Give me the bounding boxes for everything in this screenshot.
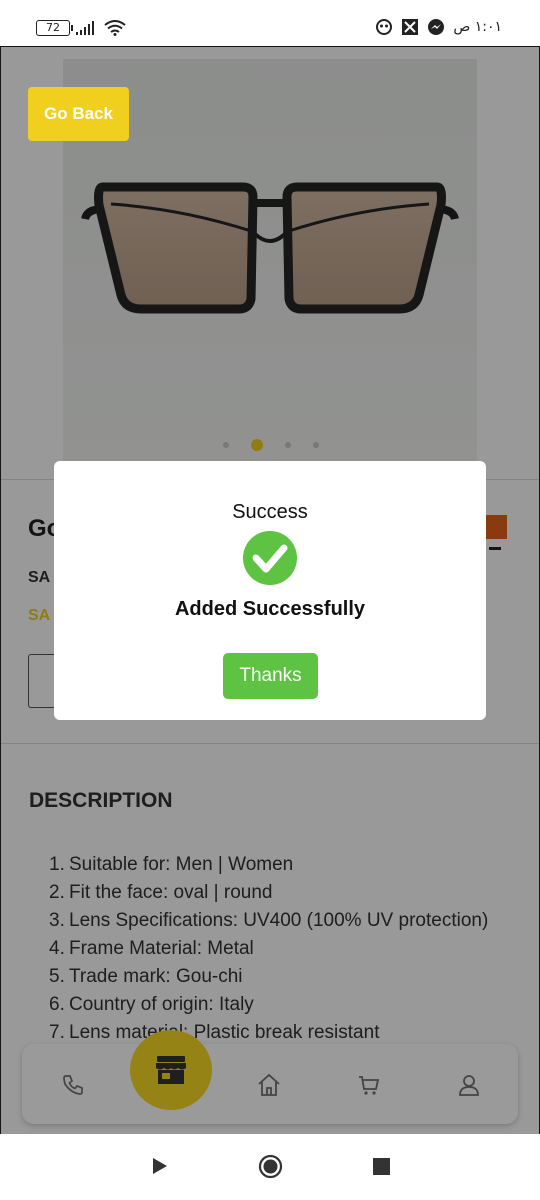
app-notification-icon <box>376 19 393 35</box>
cart-icon[interactable] <box>356 1072 382 1098</box>
check-circle-icon <box>243 531 297 585</box>
profile-icon[interactable] <box>456 1072 482 1098</box>
dialog-title: Success <box>232 501 308 523</box>
store-icon <box>156 1056 186 1084</box>
wifi-icon <box>104 20 126 36</box>
home-circle-icon[interactable] <box>258 1154 283 1179</box>
screen: 72 ١:٠١ ص Go Back Go SA SA DESCRIPTION 1… <box>0 0 540 1200</box>
bottom-nav <box>22 1044 518 1124</box>
home-icon[interactable] <box>256 1072 282 1098</box>
clock: ١:٠١ ص <box>453 19 502 35</box>
status-bar: 72 ١:٠١ ص <box>0 0 540 46</box>
signal-icon <box>76 21 94 35</box>
recents-icon[interactable] <box>373 1158 390 1175</box>
store-nav-button[interactable] <box>130 1030 212 1110</box>
box-notification-icon <box>402 19 419 35</box>
back-icon[interactable] <box>150 1156 170 1176</box>
go-back-button[interactable]: Go Back <box>28 87 129 141</box>
status-left: 72 <box>36 20 126 36</box>
system-nav-bar <box>0 1134 540 1200</box>
dialog-message: Added Successfully <box>174 598 366 620</box>
status-right: ١:٠١ ص <box>375 18 502 36</box>
thanks-button[interactable]: Thanks <box>223 653 318 699</box>
success-dialog: Success Added Successfully Thanks <box>54 461 486 720</box>
messenger-icon <box>428 19 445 35</box>
battery-icon: 72 <box>36 20 73 36</box>
phone-icon[interactable] <box>60 1072 86 1098</box>
